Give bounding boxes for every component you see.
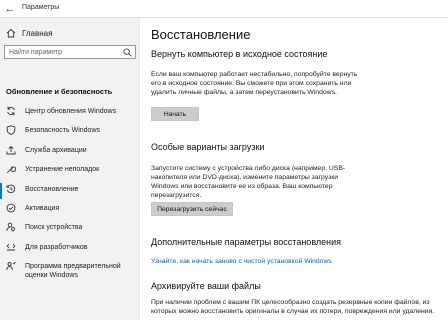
developer-icon bbox=[6, 243, 16, 251]
backup-description: При наличии проблем с вашим ПК целесообр… bbox=[151, 299, 435, 315]
person-locate-icon bbox=[6, 223, 15, 232]
shield-icon bbox=[6, 125, 16, 136]
more-recovery-options-heading: Дополнительные параметры восстановления bbox=[151, 237, 342, 247]
reset-heading: Вернуть компьютер в исходное состояние bbox=[151, 49, 328, 59]
start-button[interactable]: Начать bbox=[151, 107, 199, 121]
fresh-start-link[interactable]: Узнайте, как начать заново с чистой уста… bbox=[151, 258, 332, 265]
sidebar-item-recovery[interactable]: Восстановление bbox=[0, 182, 140, 201]
sync-icon bbox=[7, 106, 15, 116]
sidebar-item-label: Поиск устройства bbox=[25, 224, 83, 232]
advanced-startup-heading: Особые варианты загрузки bbox=[151, 142, 265, 152]
sidebar-item-insider[interactable]: Программа предварительной оценки Windows bbox=[0, 259, 140, 280]
sidebar-item-label: Устранение неполадок bbox=[25, 166, 100, 174]
sidebar-item-developers[interactable]: Для разработчиков bbox=[0, 240, 140, 259]
page-title: Восстановление bbox=[151, 27, 251, 42]
sidebar-item-windows-update[interactable]: Центр обновления Windows bbox=[0, 104, 140, 123]
upload-icon bbox=[6, 145, 16, 155]
main-content: Восстановление Вернуть компьютер в исход… bbox=[141, 18, 448, 320]
sidebar-item-label: Служба архивации bbox=[25, 146, 87, 154]
advanced-startup-description: Запустите систему с устройства либо диск… bbox=[151, 165, 346, 199]
window-title: Параметры bbox=[22, 4, 60, 11]
sidebar-item-label: Восстановление bbox=[25, 185, 79, 193]
reset-description: Если ваш компьютер работает нестабильно,… bbox=[151, 71, 358, 96]
insider-icon bbox=[6, 262, 16, 271]
sidebar-item-windows-security[interactable]: Безопасность Windows bbox=[0, 123, 140, 142]
section-title: Обновление и безопасность bbox=[6, 87, 113, 96]
search-input[interactable]: Найти параметр bbox=[4, 45, 136, 59]
home-label: Главная bbox=[22, 28, 53, 38]
wrench-icon bbox=[6, 166, 16, 174]
history-icon bbox=[6, 184, 16, 193]
home-icon bbox=[6, 28, 16, 38]
title-bar: ← Параметры bbox=[0, 0, 448, 18]
sidebar-item-label: Активация bbox=[25, 204, 60, 212]
sidebar-item-backup[interactable]: Служба архивации bbox=[0, 143, 140, 162]
check-circle-icon bbox=[6, 203, 16, 213]
sidebar-item-label: Безопасность Windows bbox=[25, 127, 100, 135]
sidebar-item-label: Центр обновления Windows bbox=[25, 108, 117, 115]
search-icon[interactable] bbox=[123, 48, 132, 57]
sidebar-item-activation[interactable]: Активация bbox=[0, 201, 140, 220]
sidebar-item-label: Программа предварительной оценки Windows bbox=[25, 263, 121, 280]
back-arrow-icon[interactable]: ← bbox=[3, 2, 17, 16]
sidebar-item-troubleshoot[interactable]: Устранение неполадок bbox=[0, 162, 140, 181]
sidebar-item-find-device[interactable]: Поиск устройства bbox=[0, 220, 140, 239]
sidebar-nav: Центр обновления Windows Безопасность Wi… bbox=[0, 104, 140, 279]
search-placeholder: Найти параметр bbox=[9, 49, 62, 56]
home-link[interactable]: Главная bbox=[6, 26, 52, 40]
restart-now-button[interactable]: Перезагрузить сейчас bbox=[151, 202, 233, 216]
backup-heading: Архивируйте ваши файлы bbox=[151, 281, 261, 291]
sidebar-item-label: Для разработчиков bbox=[25, 243, 88, 251]
sidebar: Главная Найти параметр Обновление и безо… bbox=[0, 18, 140, 320]
